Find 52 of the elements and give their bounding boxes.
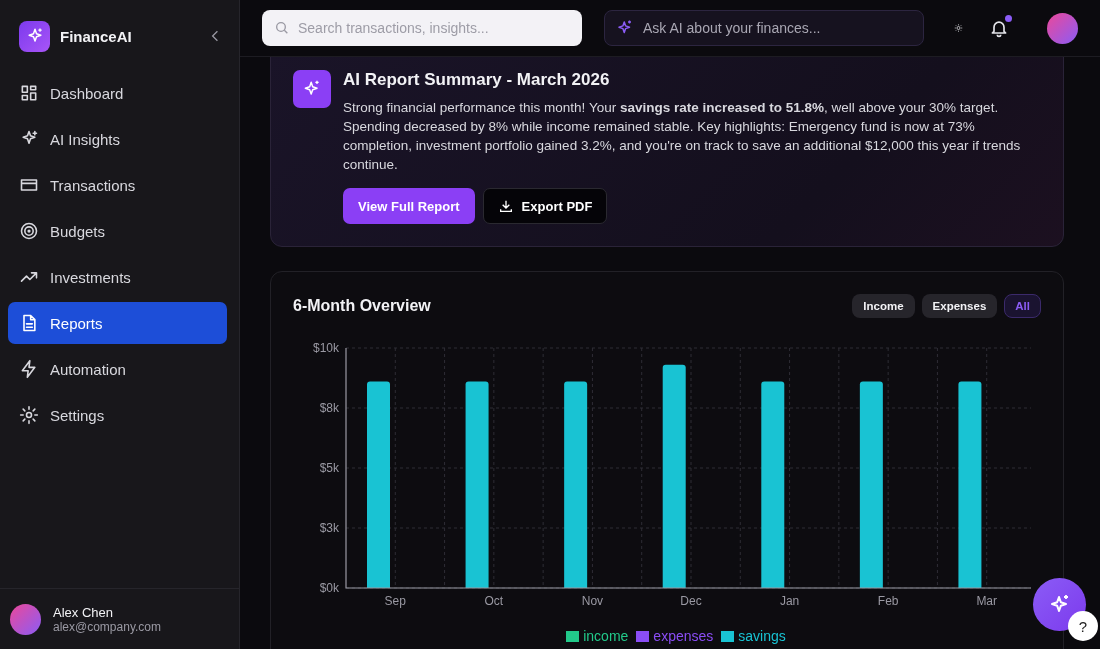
search-icon — [274, 20, 290, 36]
filter-chip[interactable]: Expenses — [921, 294, 998, 318]
y-tick-label: $5k — [319, 461, 339, 475]
legend-label: expenses — [653, 628, 714, 644]
nav-item[interactable]: Transactions — [8, 164, 227, 206]
sparkle-icon — [293, 70, 331, 108]
summary-title: AI Report Summary - March 2026 — [343, 70, 611, 90]
x-tick-label: Mar — [976, 594, 998, 608]
x-tick-label: Oct — [484, 594, 504, 608]
settings-icon — [19, 405, 39, 425]
logo-icon — [19, 20, 50, 52]
help-button[interactable]: ? — [1068, 611, 1098, 641]
y-tick-label: $8k — [319, 401, 339, 415]
nav-item[interactable]: AI Insights — [8, 118, 227, 160]
nav-item[interactable]: Dashboard — [8, 72, 227, 114]
export-button[interactable]: Export PDF — [482, 188, 608, 224]
legend-swatch — [566, 630, 580, 642]
user-avatar[interactable] — [10, 603, 41, 635]
ask-ai-field[interactable]: Ask AI about your finances... — [604, 10, 924, 46]
y-tick-label: $10k — [312, 341, 339, 355]
summary-text: Strong financial performance this month! Your savings rate increased to 51.8%, well above your 30% target. Spending decreased by 8% while income remained stable. Key highlights: Emergency fund is now at 73% completion, investment portfolio gained 3.2%, and you're on track to save an additional $12,000 this year if trends continue. — [343, 99, 1022, 174]
target-icon — [19, 221, 39, 241]
collapse-icon[interactable] — [211, 30, 219, 42]
legend-label: income — [583, 628, 629, 644]
overview-title: 6-Month Overview — [293, 297, 431, 315]
x-tick-label: Feb — [877, 594, 899, 608]
nav-item[interactable]: Settings — [8, 394, 227, 436]
x-tick-label: Jan — [779, 594, 800, 608]
legend-swatch — [636, 630, 650, 642]
bell-icon[interactable] — [989, 18, 1009, 38]
lightning-icon — [19, 359, 39, 379]
search-field[interactable]: Search transactions, insights... — [262, 10, 582, 46]
download-icon — [497, 198, 514, 214]
dashboard-icon — [19, 83, 39, 103]
brand-name: FinanceAI — [60, 27, 133, 45]
user-name: Alex Chen — [53, 604, 114, 620]
x-tick-label: Dec — [680, 594, 702, 608]
filter-chip[interactable]: All — [1004, 294, 1041, 318]
y-tick-label: $0k — [319, 581, 339, 595]
legend-swatch — [721, 630, 735, 642]
legend-label: savings — [738, 628, 786, 644]
profile-avatar[interactable] — [1047, 12, 1078, 44]
view-report-button[interactable]: View Full Report — [343, 188, 475, 224]
filter-chip[interactable]: Income — [852, 294, 915, 318]
nav-item[interactable]: Investments — [8, 256, 227, 298]
y-tick-label: $3k — [319, 521, 339, 535]
nav-item[interactable]: Reports — [8, 302, 227, 344]
nav-item[interactable]: Budgets — [8, 210, 227, 252]
user-email: alex@company.com — [53, 619, 161, 634]
x-tick-label: Nov — [581, 594, 604, 608]
nav-item[interactable]: Automation — [8, 348, 227, 390]
x-tick-label: Sep — [384, 594, 406, 608]
